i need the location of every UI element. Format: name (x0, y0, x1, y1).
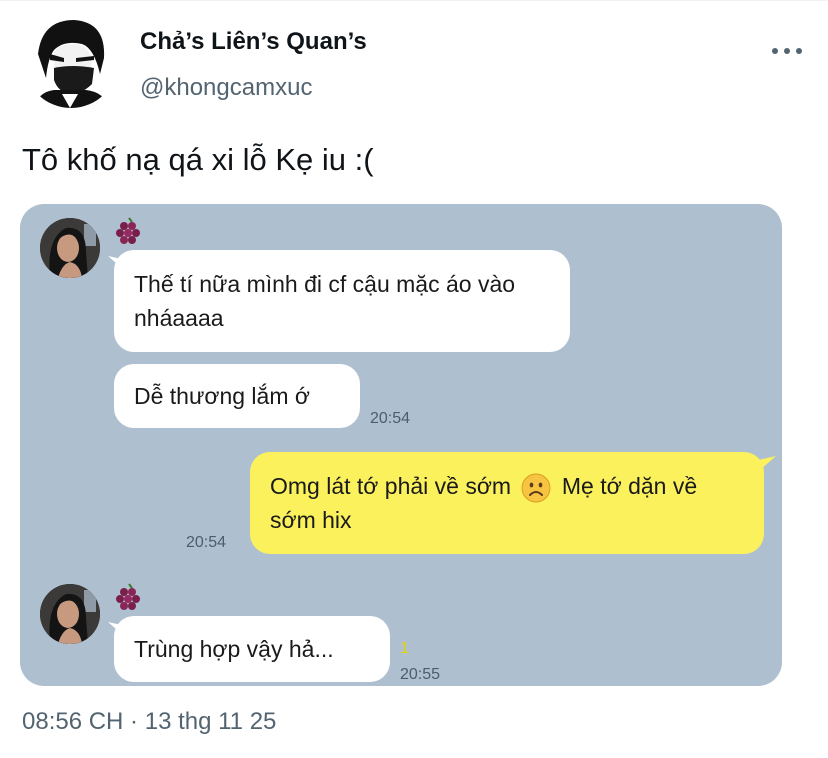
message-text: Thế tí nữa mình đi cf cậu mặc áo vào nhá… (134, 271, 516, 331)
chat-avatar (40, 584, 100, 644)
display-name[interactable]: Chả’s Liên’s Quan’s (140, 28, 367, 56)
outgoing-message-bubble[interactable]: Omg lát tớ phải về sớm Mẹ tớ dặn về sớm … (250, 452, 764, 554)
grape-icon (114, 582, 144, 612)
profile-avatar[interactable] (24, 14, 118, 108)
message-bubble[interactable]: Thế tí nữa mình đi cf cậu mặc áo vào nhá… (114, 250, 570, 352)
frowning-face-emoji (521, 473, 551, 503)
tweet-timestamp[interactable]: 08:56 CH · 13 thg 11 25 (22, 708, 276, 736)
message-time: 20:54 (370, 410, 411, 427)
grape-icon (114, 216, 144, 246)
message-time: 20:55 (400, 666, 441, 683)
message-bubble[interactable]: Dễ thương lắm ớ (114, 364, 360, 428)
message-text: Trùng hợp vậy hả... (134, 636, 334, 662)
read-count: 1 (400, 640, 409, 657)
outgoing-message-content: Omg lát tớ phải về sớm Mẹ tớ dặn về sớm … (270, 469, 744, 537)
message-text: Omg lát tớ phải về sớm (270, 473, 512, 499)
more-horizontal-icon[interactable] (772, 48, 802, 56)
user-handle[interactable]: @khongcamxuc (140, 74, 312, 102)
chat-avatar-photo (40, 584, 100, 644)
chat-avatar (40, 218, 100, 278)
message-bubble[interactable]: Trùng hợp vậy hả... (114, 616, 390, 682)
avatar-illustration (24, 14, 118, 108)
chat-screenshot-image[interactable]: Thế tí nữa mình đi cf cậu mặc áo vào nhá… (20, 204, 782, 686)
message-time: 20:54 (186, 534, 227, 551)
tweet-text: Tô khố nạ qá xi lỗ Kẹ iu :( (22, 142, 374, 177)
top-divider (0, 0, 828, 1)
chat-avatar-photo (40, 218, 100, 278)
message-text: Dễ thương lắm ớ (134, 383, 310, 409)
bubble-tail (758, 456, 776, 470)
